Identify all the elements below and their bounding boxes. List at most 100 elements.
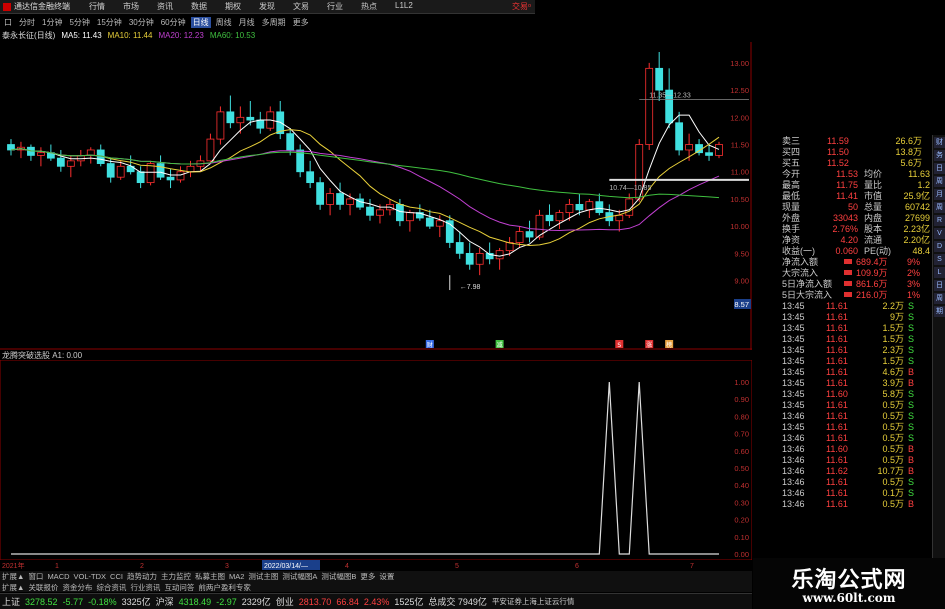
indicator-tab[interactable]: 主力监控: [161, 571, 191, 582]
ma-legend: 泰永长征(日线) MA5: 11.43 MA10: 11.44 MA20: 12…: [0, 30, 535, 41]
side-tab[interactable]: 财: [934, 137, 945, 148]
menu-item[interactable]: 行情: [80, 1, 114, 12]
indicator-tab[interactable]: 测试幅图B: [321, 571, 356, 582]
info-tab[interactable]: 综合资讯: [96, 582, 126, 593]
info-tab[interactable]: 行业资讯: [130, 582, 160, 593]
period-tab[interactable]: 60分钟: [159, 17, 188, 28]
period-tab[interactable]: 1分钟: [40, 17, 64, 28]
period-tab[interactable]: 周线: [214, 17, 234, 28]
period-tab[interactable]: 5分钟: [67, 17, 91, 28]
stat-label: 收益(一): [782, 246, 815, 256]
side-tab[interactable]: 日: [934, 163, 945, 174]
indicator-tab[interactable]: MACD: [47, 572, 69, 581]
flow-row: 净流入额 689.4万 9%: [782, 256, 932, 268]
side-tab[interactable]: S: [934, 254, 945, 265]
period-tab[interactable]: 更多: [291, 17, 311, 28]
indicator-tab[interactable]: 测试主图: [248, 571, 278, 582]
menu-item[interactable]: 数据: [182, 1, 216, 12]
tick-side: S: [907, 300, 914, 311]
tick-side: S: [907, 487, 914, 498]
period-tab[interactable]: 口: [2, 17, 14, 28]
indicator-tab[interactable]: MA2: [229, 572, 244, 581]
period-tab[interactable]: 30分钟: [127, 17, 156, 28]
info-tab[interactable]: 扩展▲: [2, 582, 24, 593]
indicator-tab[interactable]: CCI: [110, 572, 123, 581]
index-value: 2813.70: [298, 596, 332, 607]
indicator-tab[interactable]: 更多: [360, 571, 375, 582]
flow-row: 5日大宗流入 216.0万 1%: [782, 289, 932, 301]
menu-item[interactable]: L1L2: [386, 1, 422, 12]
menu-item[interactable]: 文易: [284, 1, 318, 12]
indicator-tab[interactable]: 趋势动力: [127, 571, 157, 582]
side-tab[interactable]: 日: [934, 280, 945, 291]
info-tab[interactable]: 资金分布: [62, 582, 92, 593]
candle-body: [555, 212, 564, 222]
side-tab[interactable]: L: [934, 267, 945, 278]
tick-time: 13:46: [782, 465, 805, 476]
indicator-tab[interactable]: 测试幅图A: [282, 571, 317, 582]
trade-button[interactable]: 交易ᵒ: [512, 1, 535, 12]
side-tab[interactable]: R: [934, 215, 945, 226]
indicator-tab[interactable]: 扩展▲: [2, 571, 24, 582]
menu-item[interactable]: 发现: [250, 1, 284, 12]
tick-time: 13:46: [782, 410, 805, 421]
tick-time: 13:45: [782, 399, 805, 410]
side-tab[interactable]: 月: [934, 189, 945, 200]
side-tab[interactable]: 务: [934, 150, 945, 161]
candle-body: [575, 203, 584, 211]
indicator-tab[interactable]: 窗口: [28, 571, 43, 582]
menu-item[interactable]: 资讯: [148, 1, 182, 12]
info-tab[interactable]: 关联报价: [28, 582, 58, 593]
tick-price: 11.61: [826, 300, 848, 311]
info-tab[interactable]: 互动问答: [164, 582, 194, 593]
side-tab[interactable]: 周: [934, 176, 945, 187]
indicator-tab[interactable]: VOL-TDX: [74, 572, 107, 581]
info-tab[interactable]: 前两户盈利专家: [198, 582, 251, 593]
side-tab[interactable]: 周: [934, 293, 945, 304]
total-turnover: 总成交 7949亿: [428, 597, 487, 607]
side-tab[interactable]: 周: [934, 202, 945, 213]
side-tab[interactable]: D: [934, 241, 945, 252]
candle-body: [545, 214, 554, 222]
candle-body: [106, 163, 115, 178]
period-tab[interactable]: 多周期: [260, 17, 288, 28]
order-book-price: 11.50: [827, 146, 849, 157]
order-book-volume: 26.6万: [895, 136, 922, 146]
side-tab[interactable]: 期: [934, 306, 945, 317]
period-tab[interactable]: 分时: [17, 17, 37, 28]
indicator-tab[interactable]: 私募主图: [195, 571, 225, 582]
side-tab[interactable]: V: [934, 228, 945, 239]
stat-value: 50: [847, 201, 858, 212]
candle-body: [326, 193, 334, 205]
stat-value: 33043: [832, 212, 858, 223]
kline-chart[interactable]: 13.00 12.50 12.00 11.50 11.00 10.50 10.00 9.50 9…: [0, 42, 752, 350]
tick-row: 13:46 11.61 0.5万 S: [782, 410, 932, 422]
price-tick-label: 11.50: [731, 141, 749, 150]
event-marker-label: 财: [427, 341, 433, 349]
indicator-chart[interactable]: 1.00 0.90 0.80 0.70 0.60 0.50 0.40 0.30 0.20 0.10…: [0, 360, 752, 560]
period-tab[interactable]: 15分钟: [95, 17, 124, 28]
candle-body: [645, 67, 654, 145]
menu-item[interactable]: 行业: [318, 1, 352, 12]
period-tab[interactable]: 日线: [190, 16, 211, 28]
signal-line: [11, 381, 719, 555]
menu-item[interactable]: 期权: [216, 1, 250, 12]
menu-item[interactable]: 市场: [114, 1, 148, 12]
menu-item[interactable]: 热点: [352, 1, 386, 12]
stat-label: 均价: [864, 169, 883, 179]
tick-row: 13:46 11.62 10.7万 B: [782, 465, 932, 477]
price-tick-label: 10.50: [730, 195, 749, 204]
tick-price: 11.60: [826, 388, 848, 399]
low-price-label: ←7.98: [460, 284, 481, 291]
period-tab[interactable]: 月线: [237, 17, 257, 28]
candle-body: [475, 252, 484, 265]
candle-body: [715, 144, 723, 156]
stat-label: 外盘: [782, 213, 801, 223]
indicator-tick-label: 0.30: [734, 498, 749, 507]
order-book-row: 卖三 11.59 26.6万: [782, 135, 932, 147]
indicator-tick-label: 0.80: [734, 412, 749, 421]
order-book-row: 买五 11.52 5.6万: [782, 157, 932, 169]
quote-panel: 卖三 11.59 26.6万 买四 11.50 13.8万 买五 11.52 5.6万 今开 11.…: [782, 135, 932, 565]
candle-body: [495, 250, 504, 260]
indicator-tab[interactable]: 设置: [379, 571, 394, 582]
